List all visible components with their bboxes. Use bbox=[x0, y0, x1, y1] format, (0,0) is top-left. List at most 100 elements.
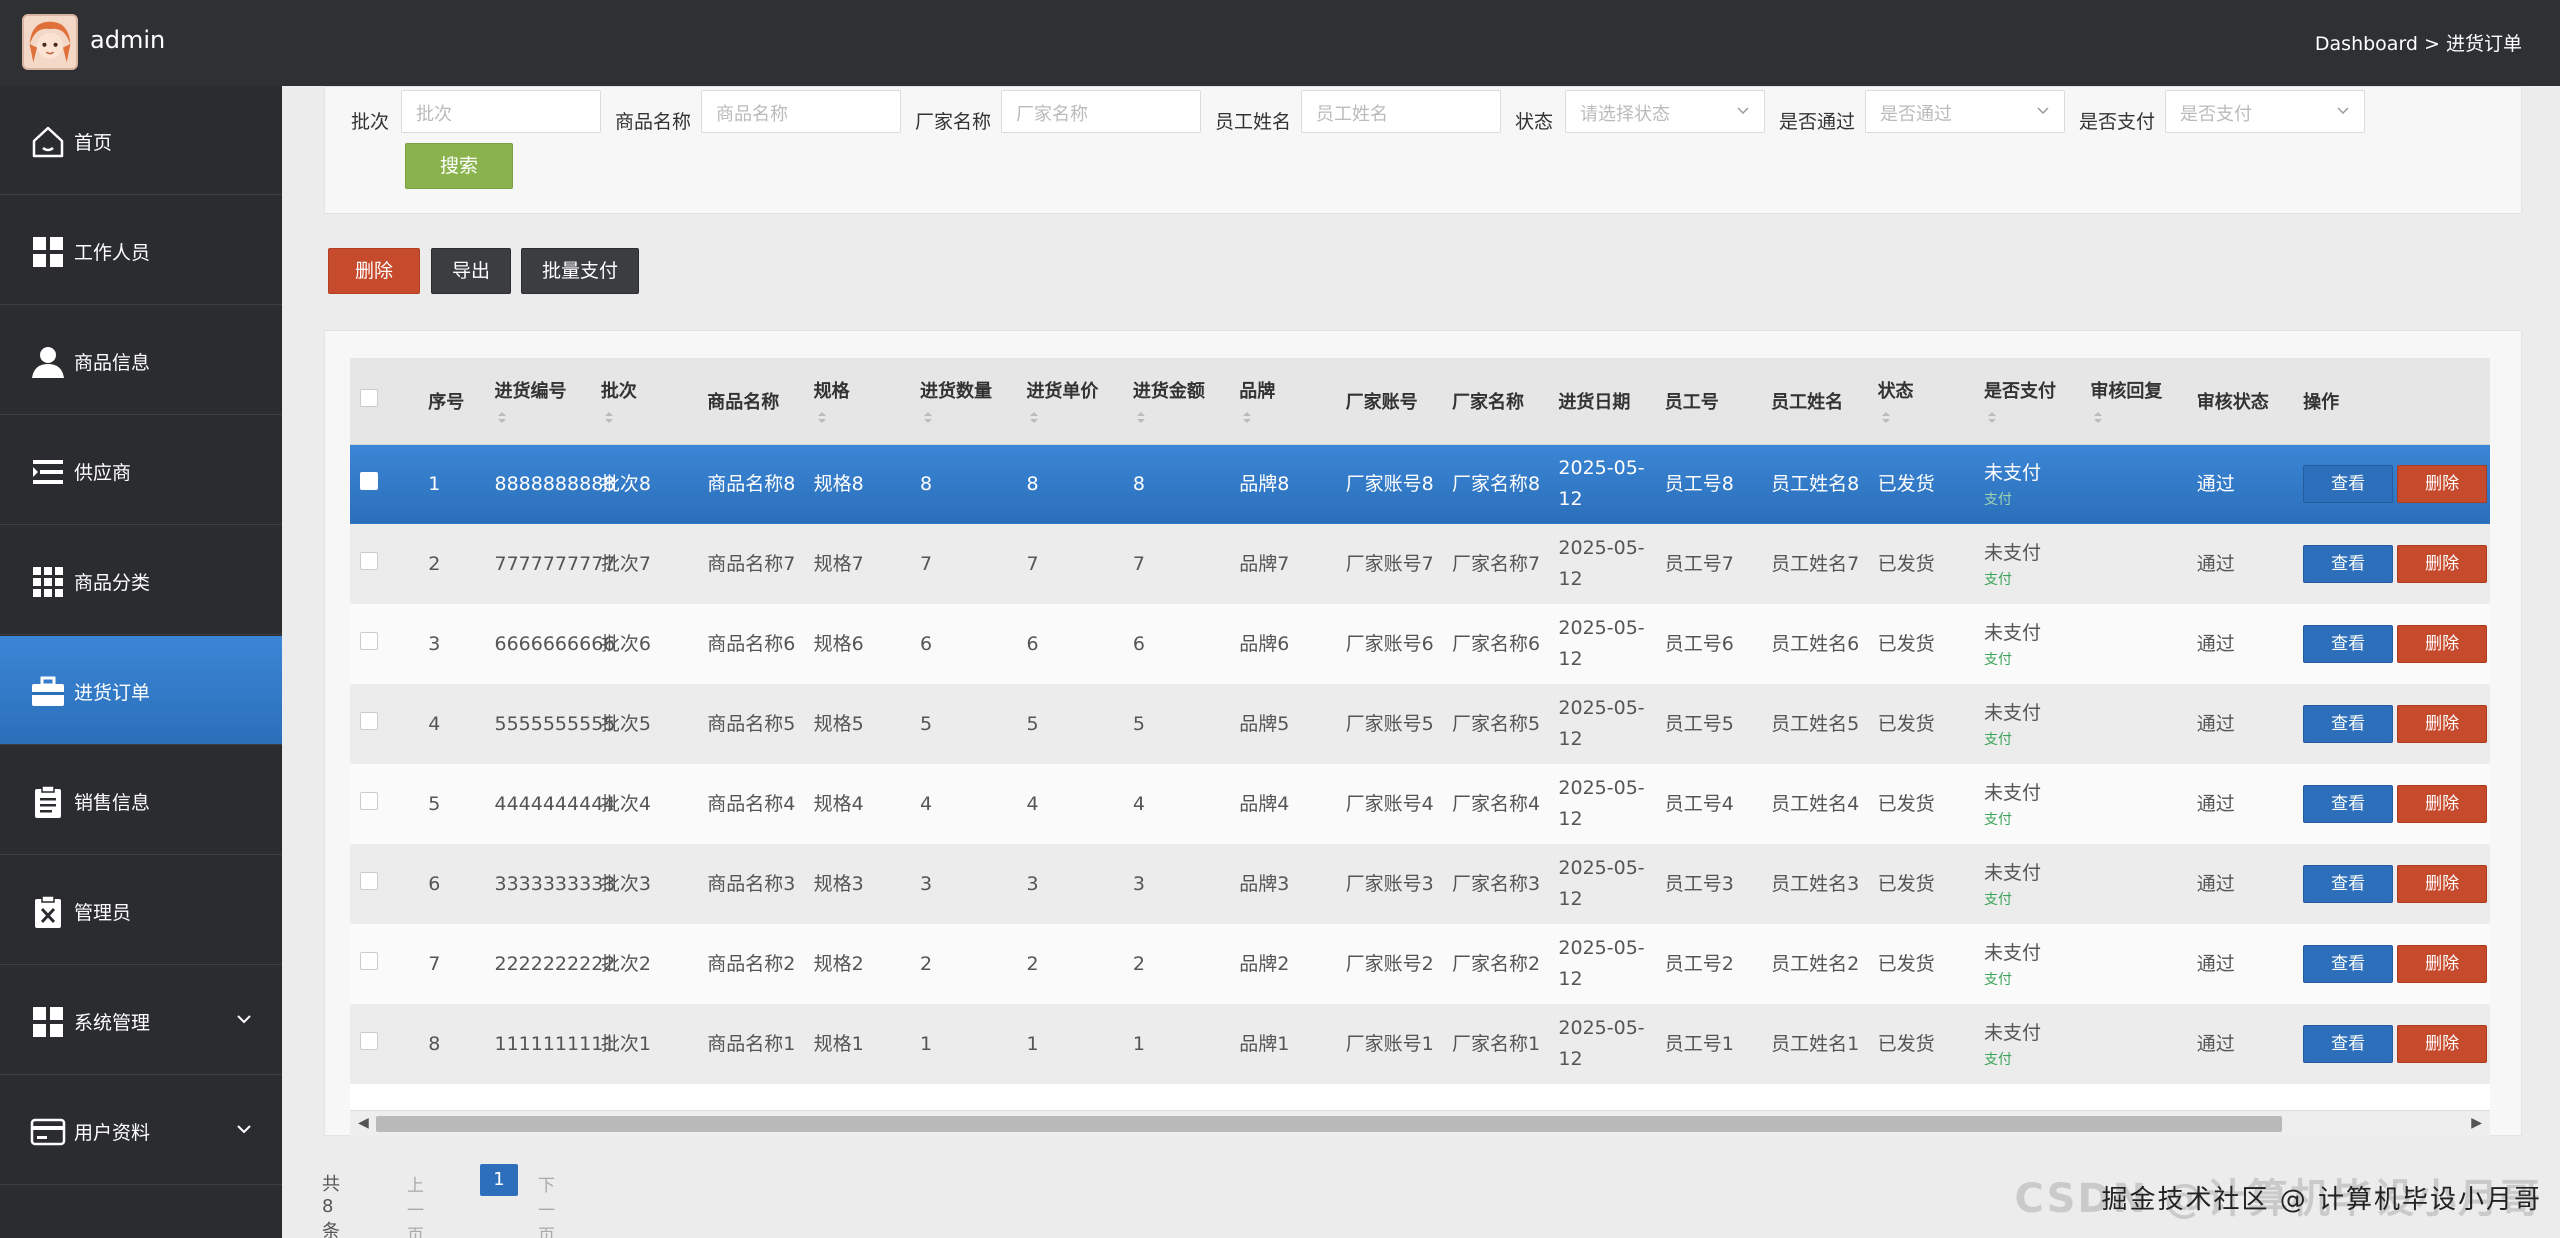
goods-input[interactable]: 商品名称 bbox=[701, 90, 901, 133]
column-header[interactable]: 操作 bbox=[2293, 358, 2490, 445]
next-page-link[interactable]: 下一页 bbox=[538, 1171, 555, 1238]
scrollbar-thumb[interactable] bbox=[376, 1116, 2282, 1132]
view-button[interactable]: 查看 bbox=[2303, 1025, 2394, 1063]
sidebar-item-category[interactable]: 商品分类 bbox=[0, 526, 282, 635]
row-delete-button[interactable]: 删除 bbox=[2397, 545, 2488, 583]
sort-icon[interactable] bbox=[1026, 409, 1042, 425]
view-button[interactable]: 查看 bbox=[2303, 785, 2394, 823]
view-button[interactable]: 查看 bbox=[2303, 705, 2394, 743]
sidebar-item-purchase-order[interactable]: 进货订单 bbox=[0, 636, 282, 745]
view-button[interactable]: 查看 bbox=[2303, 625, 2394, 663]
view-button[interactable]: 查看 bbox=[2303, 465, 2394, 504]
avatar[interactable] bbox=[22, 14, 78, 70]
chevron-down-icon[interactable] bbox=[234, 1004, 254, 1034]
pay-link[interactable]: 支付 bbox=[1984, 649, 2080, 671]
vendor-input[interactable]: 厂家名称 bbox=[1001, 90, 1201, 133]
row-delete-button[interactable]: 删除 bbox=[2397, 705, 2488, 743]
sidebar-item-supplier[interactable]: 供应商 bbox=[0, 416, 282, 525]
view-button[interactable]: 查看 bbox=[2303, 865, 2394, 903]
table-row[interactable]: 7 2222222222 批次2 商品名称2 规格2 2 2 2 品牌2 厂家账号2 厂家名称2 20… bbox=[350, 924, 2490, 1004]
row-delete-button[interactable]: 删除 bbox=[2397, 865, 2488, 903]
pay-link[interactable]: 支付 bbox=[1984, 569, 2080, 591]
sort-icon[interactable] bbox=[1984, 409, 2000, 425]
chevron-down-icon[interactable] bbox=[234, 1114, 254, 1144]
sidebar-item-sales[interactable]: 销售信息 bbox=[0, 746, 282, 855]
sort-icon[interactable] bbox=[1239, 409, 1255, 425]
row-checkbox[interactable] bbox=[360, 631, 378, 650]
column-header[interactable]: 进货金额 bbox=[1122, 358, 1230, 445]
sort-icon[interactable] bbox=[920, 409, 936, 425]
sort-icon[interactable] bbox=[1133, 409, 1149, 425]
pay-link[interactable]: 支付 bbox=[1984, 729, 2080, 751]
view-button[interactable]: 查看 bbox=[2303, 545, 2394, 583]
staff-input[interactable]: 员工姓名 bbox=[1301, 90, 1501, 133]
table-row[interactable]: 4 5555555555 批次5 商品名称5 规格5 5 5 5 品牌5 厂家账号5 厂家名称5 20… bbox=[350, 684, 2490, 764]
pay-link[interactable]: 支付 bbox=[1984, 969, 2080, 991]
sidebar-item-goods[interactable]: 商品信息 bbox=[0, 306, 282, 415]
table-row[interactable]: 5 4444444444 批次4 商品名称4 规格4 4 4 4 品牌4 厂家账号4 厂家名称4 20… bbox=[350, 764, 2490, 844]
sidebar-item-profile[interactable]: 用户资料 bbox=[0, 1076, 282, 1185]
column-header[interactable]: 规格 bbox=[803, 358, 911, 445]
row-delete-button[interactable]: 删除 bbox=[2397, 465, 2488, 504]
row-delete-button[interactable]: 删除 bbox=[2397, 625, 2488, 663]
pay-link[interactable]: 支付 bbox=[1984, 1049, 2080, 1071]
sidebar-item-admin[interactable]: 管理员 bbox=[0, 856, 282, 965]
select-all-checkbox[interactable] bbox=[360, 389, 378, 408]
column-header[interactable]: 厂家账号 bbox=[1335, 358, 1442, 445]
row-checkbox[interactable] bbox=[360, 551, 378, 570]
table-row[interactable]: 2 7777777777 批次7 商品名称7 规格7 7 7 7 品牌7 厂家账号7 厂家名称7 20… bbox=[350, 524, 2490, 604]
batch-input[interactable]: 批次 bbox=[401, 90, 601, 133]
table-row[interactable]: 3 6666666666 批次6 商品名称6 规格6 6 6 6 品牌6 厂家账号6 厂家名称6 20… bbox=[350, 604, 2490, 684]
column-header[interactable]: 员工姓名 bbox=[1761, 358, 1868, 445]
sort-icon[interactable] bbox=[2090, 409, 2106, 425]
search-button[interactable]: 搜索 bbox=[405, 143, 513, 189]
prev-page-link[interactable]: 上一页 bbox=[407, 1171, 424, 1238]
batch-pay-button[interactable]: 批量支付 bbox=[521, 248, 639, 294]
pay-link[interactable]: 支付 bbox=[1984, 809, 2080, 831]
column-header[interactable]: 进货单价 bbox=[1016, 358, 1123, 445]
scroll-right-icon[interactable]: ▶ bbox=[2471, 1115, 2482, 1131]
row-checkbox[interactable] bbox=[360, 471, 378, 490]
column-header[interactable]: 品牌 bbox=[1229, 358, 1336, 445]
table-row[interactable]: 6 3333333333 批次3 商品名称3 规格3 3 3 3 品牌3 厂家账号3 厂家名称3 20… bbox=[350, 844, 2490, 924]
current-page-button[interactable]: 1 bbox=[480, 1164, 518, 1196]
column-header[interactable]: 厂家名称 bbox=[1442, 358, 1549, 445]
scroll-left-icon[interactable]: ◀ bbox=[358, 1115, 369, 1131]
pay-link[interactable]: 支付 bbox=[1984, 889, 2080, 911]
row-checkbox[interactable] bbox=[360, 871, 378, 890]
row-checkbox[interactable] bbox=[360, 791, 378, 810]
sidebar-item-system[interactable]: 系统管理 bbox=[0, 966, 282, 1075]
sidebar-item-home[interactable]: 首页 bbox=[0, 86, 282, 195]
sidebar-item-staff[interactable]: 工作人员 bbox=[0, 196, 282, 305]
row-checkbox[interactable] bbox=[360, 711, 378, 730]
row-delete-button[interactable]: 删除 bbox=[2397, 1025, 2488, 1063]
sort-icon[interactable] bbox=[1878, 409, 1894, 425]
column-header[interactable]: 进货编号 bbox=[484, 358, 591, 445]
column-header[interactable]: 员工号 bbox=[1654, 358, 1762, 445]
table-row[interactable]: 1 8888888888 批次8 商品名称8 规格8 8 8 8 品牌8 厂家账号8 厂家名称8 20… bbox=[350, 444, 2490, 524]
passed-select[interactable]: 是否通过 bbox=[1865, 90, 2065, 133]
column-header[interactable]: 进货日期 bbox=[1548, 358, 1655, 445]
view-button[interactable]: 查看 bbox=[2303, 945, 2394, 983]
row-delete-button[interactable]: 删除 bbox=[2397, 945, 2488, 983]
column-header[interactable]: 状态 bbox=[1867, 358, 1974, 445]
table-row[interactable]: 8 1111111111 批次1 商品名称1 规格1 1 1 1 品牌1 厂家账号1 厂家名称1 20… bbox=[350, 1004, 2490, 1084]
column-header[interactable]: 批次 bbox=[590, 358, 698, 445]
sort-icon[interactable] bbox=[814, 409, 830, 425]
column-header[interactable]: 审核状态 bbox=[2186, 358, 2294, 445]
row-delete-button[interactable]: 删除 bbox=[2397, 785, 2488, 823]
sort-icon[interactable] bbox=[494, 409, 510, 425]
row-checkbox[interactable] bbox=[360, 951, 378, 970]
column-header[interactable]: 序号 bbox=[418, 358, 485, 445]
breadcrumb[interactable]: Dashboard > 进货订单 bbox=[2315, 29, 2522, 56]
column-header[interactable]: 商品名称 bbox=[697, 358, 804, 445]
sort-icon[interactable] bbox=[601, 409, 617, 425]
column-header[interactable]: 是否支付 bbox=[1973, 358, 2081, 445]
paid-select[interactable]: 是否支付 bbox=[2165, 90, 2365, 133]
delete-button[interactable]: 删除 bbox=[328, 248, 420, 294]
column-header[interactable]: 进货数量 bbox=[910, 358, 1017, 445]
status-select[interactable]: 请选择状态 bbox=[1565, 90, 1765, 133]
pay-link[interactable]: 支付 bbox=[1984, 489, 2080, 511]
row-checkbox[interactable] bbox=[360, 1031, 378, 1050]
horizontal-scrollbar[interactable]: ◀ ▶ bbox=[350, 1110, 2490, 1136]
